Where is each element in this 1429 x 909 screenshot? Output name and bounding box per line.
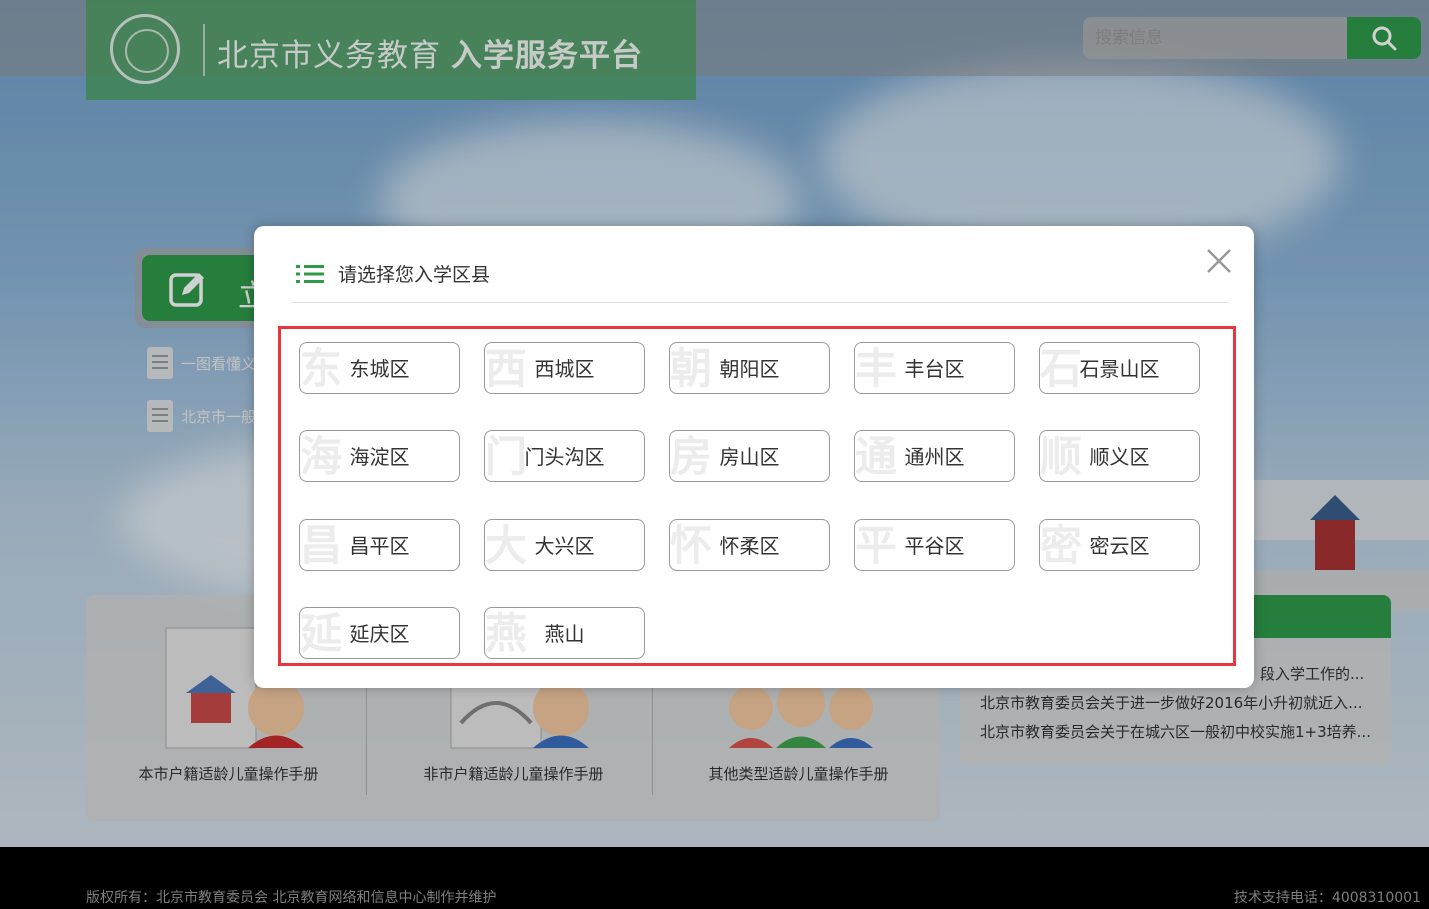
district-button[interactable]: 朝朝阳区 xyxy=(669,342,830,394)
district-label: 丰台区 xyxy=(904,357,965,381)
district-button[interactable]: 大大兴区 xyxy=(484,519,645,571)
district-label: 朝阳区 xyxy=(719,357,780,381)
district-button[interactable]: 顺顺义区 xyxy=(1039,430,1200,482)
district-button[interactable]: 石石景山区 xyxy=(1039,342,1200,394)
district-label: 延庆区 xyxy=(349,622,410,646)
district-label: 昌平区 xyxy=(349,534,410,558)
district-label: 燕山 xyxy=(544,622,585,646)
district-label: 平谷区 xyxy=(904,534,965,558)
district-label: 石景山区 xyxy=(1079,357,1160,381)
district-grid: 东东城区西西城区朝朝阳区丰丰台区石石景山区海海淀区门门头沟区房房山区通通州区顺顺… xyxy=(278,326,1236,666)
close-icon xyxy=(1207,249,1231,273)
district-button[interactable]: 延延庆区 xyxy=(299,607,460,659)
dialog-title: 请选择您入学区县 xyxy=(338,264,491,286)
district-button[interactable]: 丰丰台区 xyxy=(854,342,1015,394)
dialog-header: 请选择您入学区县 xyxy=(292,248,1228,303)
district-button[interactable]: 昌昌平区 xyxy=(299,519,460,571)
district-label: 海淀区 xyxy=(349,445,410,469)
district-label: 房山区 xyxy=(719,445,780,469)
district-button[interactable]: 燕燕山 xyxy=(484,607,645,659)
district-label: 顺义区 xyxy=(1089,445,1150,469)
district-label: 密云区 xyxy=(1089,534,1150,558)
list-icon xyxy=(296,265,324,283)
district-button[interactable]: 平平谷区 xyxy=(854,519,1015,571)
close-button[interactable] xyxy=(1206,248,1232,274)
district-button[interactable]: 海海淀区 xyxy=(299,430,460,482)
district-button[interactable]: 怀怀柔区 xyxy=(669,519,830,571)
district-label: 东城区 xyxy=(349,357,410,381)
district-label: 门头沟区 xyxy=(524,445,605,469)
district-button[interactable]: 密密云区 xyxy=(1039,519,1200,571)
district-button[interactable]: 房房山区 xyxy=(669,430,830,482)
district-button[interactable]: 通通州区 xyxy=(854,430,1015,482)
district-button[interactable]: 西西城区 xyxy=(484,342,645,394)
district-button[interactable]: 门门头沟区 xyxy=(484,430,645,482)
district-button[interactable]: 东东城区 xyxy=(299,342,460,394)
district-label: 怀柔区 xyxy=(719,534,780,558)
district-select-dialog: 请选择您入学区县 东东城区西西城区朝朝阳区丰丰台区石石景山区海海淀区门门头沟区房… xyxy=(254,226,1254,688)
district-label: 西城区 xyxy=(534,357,595,381)
district-label: 大兴区 xyxy=(534,534,595,558)
district-label: 通州区 xyxy=(904,445,965,469)
